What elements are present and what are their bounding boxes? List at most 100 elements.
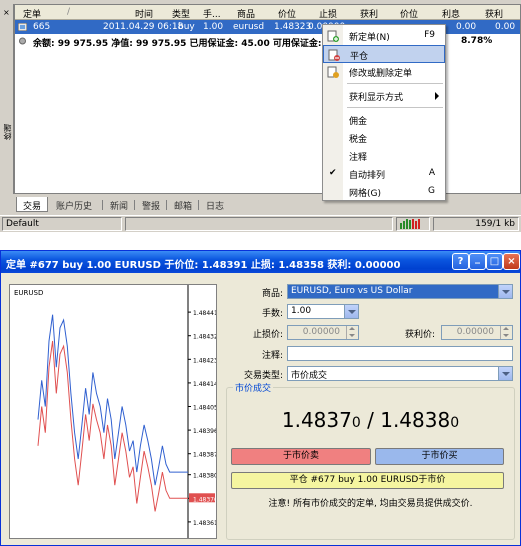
- col-ticket[interactable]: 定单: [23, 7, 41, 20]
- tab-separator: [134, 200, 135, 210]
- chart-title: EURUSD: [14, 289, 43, 297]
- execution-type-value: 市价成交: [291, 371, 328, 381]
- y-tick-label: 1.48423: [193, 357, 216, 364]
- price-display: 1.48370 / 1.48380: [227, 408, 514, 432]
- ask-price-line: [37, 314, 188, 486]
- status-bar: Default 159/1 kb: [0, 215, 521, 231]
- order-swap: 0.00: [456, 22, 477, 32]
- col-price[interactable]: 价位: [278, 7, 296, 20]
- modify-order-icon: [327, 66, 339, 78]
- stepper-icon[interactable]: [346, 326, 358, 339]
- dialog-title: 定单 #677 buy 1.00 EURUSD 于价位: 1.48391 止损:…: [6, 260, 401, 271]
- ask-pip: 0: [450, 415, 460, 431]
- menu-item-commission[interactable]: 佣金: [323, 111, 445, 129]
- volume-select[interactable]: 1.00: [287, 304, 359, 319]
- ask-price: 1.4838: [380, 408, 451, 432]
- col-profit[interactable]: 获利: [485, 7, 503, 20]
- menu-item-new-order[interactable]: 新定单(N) F9: [323, 27, 445, 45]
- y-tick-label: 1.48387: [193, 452, 216, 459]
- stop-loss-value: 0.00000: [302, 327, 340, 337]
- menu-item-label: 佣金: [349, 117, 368, 127]
- take-profit-value: 0.00000: [456, 327, 494, 337]
- submenu-arrow-icon: [435, 92, 439, 100]
- y-tick-label: 1.48414: [193, 381, 216, 388]
- y-tick-label: 1.48361: [193, 520, 216, 527]
- menu-item-label: 新定单(N): [349, 33, 390, 43]
- balance-icon: [19, 37, 26, 45]
- order-lots: 1.00: [203, 22, 224, 32]
- y-tick-label: 1.48370: [193, 496, 216, 503]
- menu-item-label: 税金: [349, 135, 368, 145]
- y-tick-label: 1.48405: [193, 405, 216, 412]
- chevron-down-icon[interactable]: [498, 367, 512, 380]
- tab-trade[interactable]: 交易: [16, 197, 49, 212]
- tab-alerts[interactable]: 警报: [136, 197, 166, 212]
- take-profit-input[interactable]: 0.00000: [441, 325, 513, 340]
- tab-account-history[interactable]: 账户历史: [50, 197, 98, 212]
- table-header: 定单 / 时间 类型 手... 商品 价位 止损 获利 价位 利息 获利: [15, 5, 520, 20]
- menu-separator: [347, 83, 443, 84]
- col-sl[interactable]: 止损: [319, 7, 337, 20]
- menu-item-label: 平仓: [350, 52, 369, 62]
- menu-item-grid[interactable]: 网格(G) G: [323, 183, 445, 201]
- order-time: 2011.04.29 06:18: [103, 22, 184, 32]
- stop-loss-input[interactable]: 0.00000: [287, 325, 359, 340]
- price-separator: /: [360, 408, 381, 432]
- maximize-button[interactable]: □: [486, 253, 503, 270]
- dialog-title-bar[interactable]: 定单 #677 buy 1.00 EURUSD 于价位: 1.48391 止损:…: [1, 251, 520, 273]
- col-lots[interactable]: 手...: [203, 7, 221, 20]
- col-time[interactable]: 时间: [135, 7, 153, 20]
- buy-order-icon: [18, 23, 27, 31]
- stepper-icon[interactable]: [500, 326, 512, 339]
- comment-label: 注释:: [261, 351, 283, 361]
- col-tp[interactable]: 获利: [360, 7, 378, 20]
- menu-item-shortcut: A: [428, 168, 435, 178]
- execution-type-select[interactable]: 市价成交: [287, 366, 513, 381]
- tab-journal[interactable]: 日志: [200, 197, 230, 212]
- menu-item-taxes[interactable]: 税金: [323, 129, 445, 147]
- sell-by-market-button[interactable]: 于市价卖: [231, 448, 371, 465]
- menu-item-comment[interactable]: 注释: [323, 147, 445, 165]
- chevron-down-icon[interactable]: [344, 305, 358, 318]
- chevron-down-icon[interactable]: [498, 285, 512, 298]
- menu-item-profit-display[interactable]: 获利显示方式: [323, 87, 445, 105]
- volume-label: 手数:: [261, 309, 283, 319]
- tab-separator: [198, 200, 199, 210]
- col-symbol[interactable]: 商品: [237, 7, 255, 20]
- order-dialog: 定单 #677 buy 1.00 EURUSD 于价位: 1.48391 止损:…: [0, 250, 521, 546]
- menu-separator: [347, 107, 443, 108]
- margin-level: 8.78%: [461, 36, 493, 46]
- bid-price: 1.4837: [281, 408, 352, 432]
- y-tick-label: 1.48432: [193, 334, 216, 341]
- y-tick-label: 1.48441: [193, 310, 216, 317]
- symbol-select[interactable]: EURUSD, Euro vs US Dollar: [287, 284, 513, 299]
- col-current-price[interactable]: 价位: [400, 7, 418, 20]
- menu-item-auto-arrange[interactable]: ✔ 自动排列 A: [323, 165, 445, 183]
- balance-summary: 余额: 99 975.95 净值: 99 975.95 已用保证金: 45.00…: [33, 39, 338, 49]
- close-order-button[interactable]: 平仓 #677 buy 1.00 EURUSD于市价: [231, 472, 504, 489]
- status-profile: Default: [2, 217, 122, 231]
- context-menu: 新定单(N) F9 平仓 修改或删除定单 获利显示方式 佣金 税金 注释 ✔ 自…: [322, 24, 446, 201]
- close-icon[interactable]: ×: [3, 8, 10, 17]
- help-button[interactable]: ?: [452, 253, 469, 270]
- order-symbol: eurusd: [233, 22, 265, 32]
- y-tick-label: 1.48380: [193, 473, 216, 480]
- close-button[interactable]: ×: [503, 253, 520, 270]
- symbol-label: 商品:: [261, 289, 283, 299]
- comment-input[interactable]: [287, 346, 513, 361]
- stop-loss-label: 止损价:: [252, 330, 283, 340]
- col-swap[interactable]: 利息: [442, 7, 460, 20]
- menu-item-label: 自动排列: [349, 171, 386, 181]
- buy-by-market-button[interactable]: 于市价买: [375, 448, 504, 465]
- minimize-button[interactable]: _: [469, 253, 486, 270]
- tab-mailbox[interactable]: 邮箱: [168, 197, 198, 212]
- menu-item-modify-order[interactable]: 修改或删除定单: [323, 63, 445, 81]
- order-open-price: 1.48323: [274, 22, 312, 32]
- tab-separator: [166, 200, 167, 210]
- tab-news[interactable]: 新闻: [104, 197, 134, 212]
- col-type[interactable]: 类型: [172, 7, 190, 20]
- symbol-value: EURUSD, Euro vs US Dollar: [291, 286, 413, 296]
- market-execution-group: 市价成交 1.48370 / 1.48380 于市价卖 于市价买 平仓 #677…: [226, 381, 515, 540]
- volume-value: 1.00: [291, 306, 312, 316]
- menu-item-close-order[interactable]: 平仓: [323, 45, 445, 63]
